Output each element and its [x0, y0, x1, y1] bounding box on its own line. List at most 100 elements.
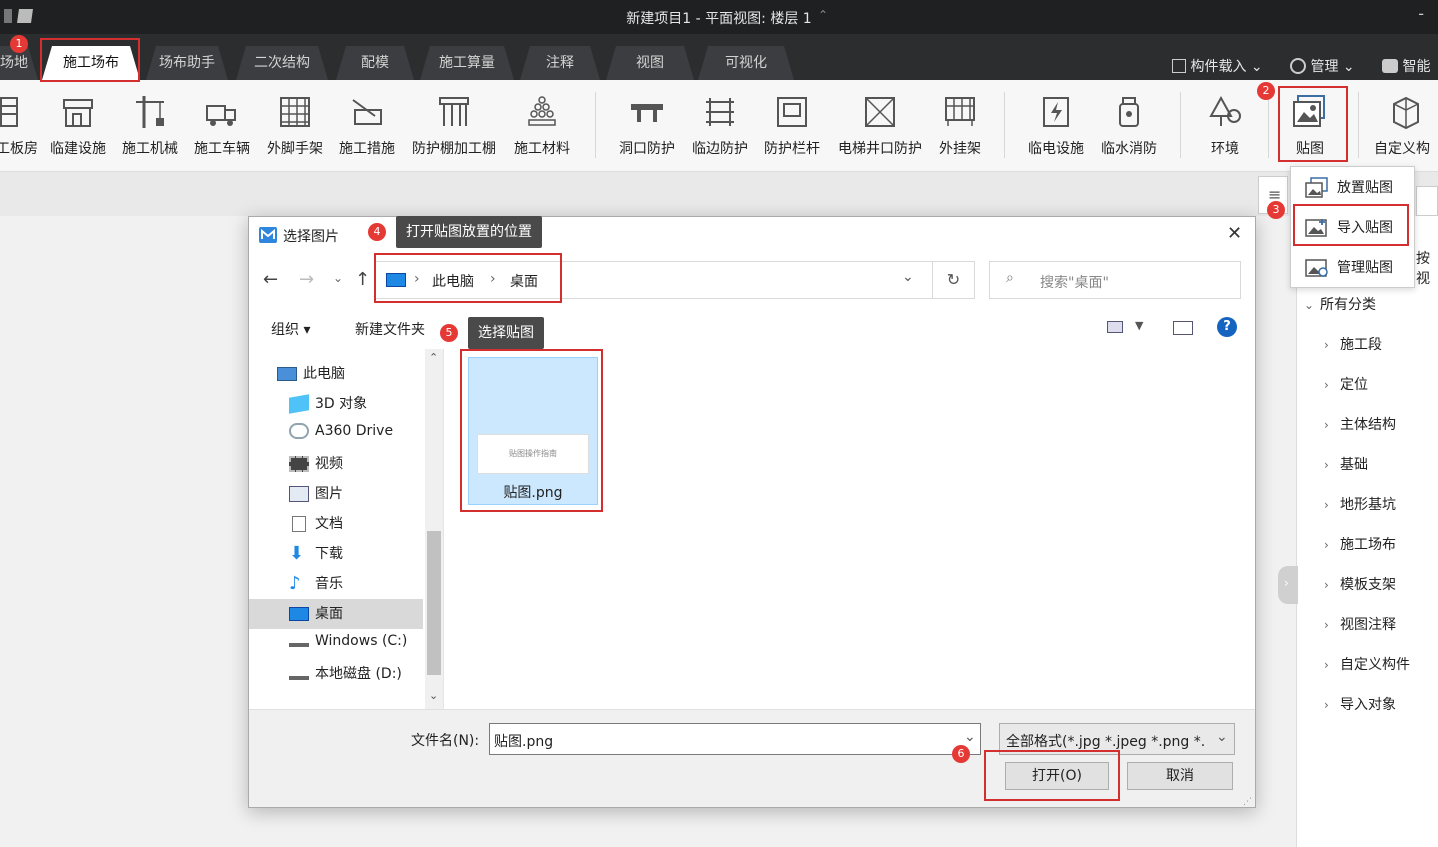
tree-item[interactable]: › 定位 [1324, 374, 1368, 394]
new-folder-button[interactable]: 新建文件夹 [355, 319, 425, 339]
ribbon-electric-button[interactable]: 临电设施 [1024, 94, 1088, 158]
tab-visualization[interactable]: 可视化 [698, 46, 794, 80]
tree-item[interactable]: › 模板支架 [1324, 574, 1396, 594]
manage-menu[interactable]: 管理 ⌄ [1290, 56, 1355, 76]
nav-music[interactable]: ♪ 音乐 [289, 573, 343, 593]
ribbon-temp-facility-button[interactable]: 临建设施 [46, 94, 110, 158]
menu-item-import-decal[interactable]: 导入贴图 [1305, 217, 1393, 239]
panel-collapse-handle[interactable]: › [1278, 566, 1298, 604]
tree-root[interactable]: ⌄ 所有分类 [1304, 294, 1376, 314]
forward-arrow-icon[interactable]: → [299, 269, 314, 290]
menu-item-manage-decal[interactable]: 管理贴图 [1305, 257, 1393, 279]
nav-label: 本地磁盘 (D:) [315, 666, 402, 682]
ribbon-shed-button[interactable]: 防护棚加工棚 [408, 94, 500, 158]
help-icon[interactable]: ? [1217, 317, 1237, 337]
tab-formwork[interactable]: 配模 [336, 46, 414, 80]
back-arrow-icon[interactable]: ← [263, 269, 278, 290]
ribbon-edge-protection-button[interactable]: 临边防护 [688, 94, 752, 158]
ribbon-vehicle-button[interactable]: 施工车辆 [190, 94, 254, 158]
nav-drive-c[interactable]: Windows (C:) [289, 633, 407, 649]
nav-downloads[interactable]: ⬇ 下载 [289, 543, 343, 563]
ribbon-label: 临电设施 [1028, 141, 1084, 157]
ribbon-environment-button[interactable]: 环境 [1196, 94, 1254, 158]
address-dropdown-icon[interactable]: ⌄ [902, 269, 914, 285]
nav-scrollbar[interactable]: ⌃ ⌄ [425, 349, 443, 709]
view-mode-dropdown-icon[interactable]: ▼ [1135, 319, 1143, 332]
tree-item[interactable]: › 视图注释 [1324, 614, 1396, 634]
file-type-select[interactable]: 全部格式(*.jpg *.jpeg *.png *. ⌄ [999, 723, 1235, 755]
close-button[interactable]: ✕ [1227, 223, 1242, 244]
chevron-right-icon: › [1324, 618, 1329, 632]
chevron-right-icon: › [1284, 576, 1289, 590]
smart-menu[interactable]: 智能 [1382, 56, 1430, 76]
tree-item[interactable]: › 自定义构件 [1324, 654, 1410, 674]
nav-videos[interactable]: 视频 [289, 453, 343, 473]
cancel-button[interactable]: 取消 [1127, 762, 1233, 790]
ribbon-elevator-protection-button[interactable]: 电梯井口防护 [833, 94, 927, 158]
filename-input[interactable]: 贴图.png ⌄ [489, 723, 981, 755]
refresh-button[interactable]: ↻ [933, 261, 975, 299]
scroll-up-icon[interactable]: ⌃ [429, 351, 438, 364]
nav-3d-objects[interactable]: 3D 对象 [289, 393, 367, 414]
tree-item[interactable]: › 导入对象 [1324, 694, 1396, 714]
up-arrow-icon[interactable]: ↑ [355, 269, 370, 290]
file-item-decal-png[interactable]: 贴图操作指南 贴图.png [468, 357, 598, 505]
ribbon-separator [1004, 92, 1005, 158]
step-badge-4: 4 [368, 223, 386, 241]
scrollbar-thumb[interactable] [427, 531, 441, 675]
tree-item[interactable]: › 基础 [1324, 454, 1368, 474]
component-load-menu[interactable]: 构件载入 ⌄ [1172, 56, 1263, 76]
filename-dropdown-icon[interactable]: ⌄ [964, 729, 976, 745]
tree-item[interactable]: › 地形基坑 [1324, 494, 1396, 514]
ribbon-label: 外脚手架 [267, 141, 323, 157]
scroll-down-icon[interactable]: ⌄ [429, 689, 438, 702]
panel-tool-button[interactable] [1416, 186, 1438, 216]
view-mode-icon[interactable] [1107, 321, 1123, 333]
breadcrumb-desktop[interactable]: 桌面 [510, 271, 538, 291]
nav-a360[interactable]: A360 Drive [289, 423, 393, 439]
minimize-button[interactable]: - [1418, 4, 1424, 23]
title-chevron-icon[interactable]: ⌃ [818, 8, 828, 22]
ribbon-decal-button[interactable]: 贴图 [1282, 94, 1338, 158]
tab-annotation[interactable]: 注释 [520, 46, 600, 80]
nav-this-pc[interactable]: 此电脑 [277, 363, 345, 383]
tree-item[interactable]: › 主体结构 [1324, 414, 1396, 434]
nav-documents[interactable]: 文档 [289, 513, 343, 533]
nav-label: 下载 [315, 546, 343, 562]
ribbon-scaffold-button[interactable]: 外脚手架 [263, 94, 327, 158]
ribbon-machinery-button[interactable]: 施工机械 [118, 94, 182, 158]
chevron-down-icon: ⌄ [1342, 59, 1355, 75]
nav-pictures[interactable]: 图片 [289, 483, 343, 503]
nav-label: 文档 [315, 516, 343, 532]
nav-desktop[interactable]: 桌面 [289, 603, 343, 623]
nav-drive-d[interactable]: 本地磁盘 (D:) [289, 663, 402, 683]
ribbon-opening-protection-button[interactable]: 洞口防护 [615, 94, 679, 158]
address-bar[interactable]: › 此电脑 › 桌面 ⌄ [375, 261, 933, 299]
ribbon-separator [595, 92, 596, 158]
scaffold-icon [280, 97, 310, 127]
tab-layout-assistant[interactable]: 场布助手 [146, 46, 228, 80]
tab-construction-layout[interactable]: 施工场布 [42, 46, 140, 80]
search-input[interactable]: ⌕ 搜索"桌面" [989, 261, 1241, 299]
ribbon-fire-water-button[interactable]: 临水消防 [1097, 94, 1161, 158]
ribbon-custom-button[interactable]: 自定义构 [1374, 94, 1438, 158]
breadcrumb-this-pc[interactable]: 此电脑 [432, 271, 474, 291]
ribbon-hanging-frame-button[interactable]: 外挂架 [932, 94, 988, 158]
tab-view[interactable]: 视图 [606, 46, 694, 80]
recent-chevron-icon[interactable]: ⌄ [333, 271, 343, 285]
tree-item[interactable]: › 施工段 [1324, 334, 1382, 354]
computer-icon [277, 367, 297, 381]
open-button[interactable]: 打开(O) [1005, 762, 1109, 790]
tab-quantity[interactable]: 施工算量 [420, 46, 514, 80]
ribbon-material-button[interactable]: 施工材料 [510, 94, 574, 158]
menu-item-place-decal[interactable]: 放置贴图 [1305, 177, 1393, 199]
ribbon-measure-button[interactable]: 施工措施 [335, 94, 399, 158]
ribbon-board-house-button[interactable]: 工板房 [0, 94, 38, 158]
tab-secondary-structure[interactable]: 二次结构 [236, 46, 328, 80]
resize-grip-icon[interactable]: ⋰ [1243, 797, 1252, 807]
panel-view-tab-partial[interactable]: 按视 [1416, 248, 1438, 288]
tree-item[interactable]: › 施工场布 [1324, 534, 1396, 554]
preview-pane-icon[interactable] [1173, 321, 1193, 335]
organize-menu[interactable]: 组织 ▾ [271, 319, 310, 339]
ribbon-railing-button[interactable]: 防护栏杆 [760, 94, 824, 158]
